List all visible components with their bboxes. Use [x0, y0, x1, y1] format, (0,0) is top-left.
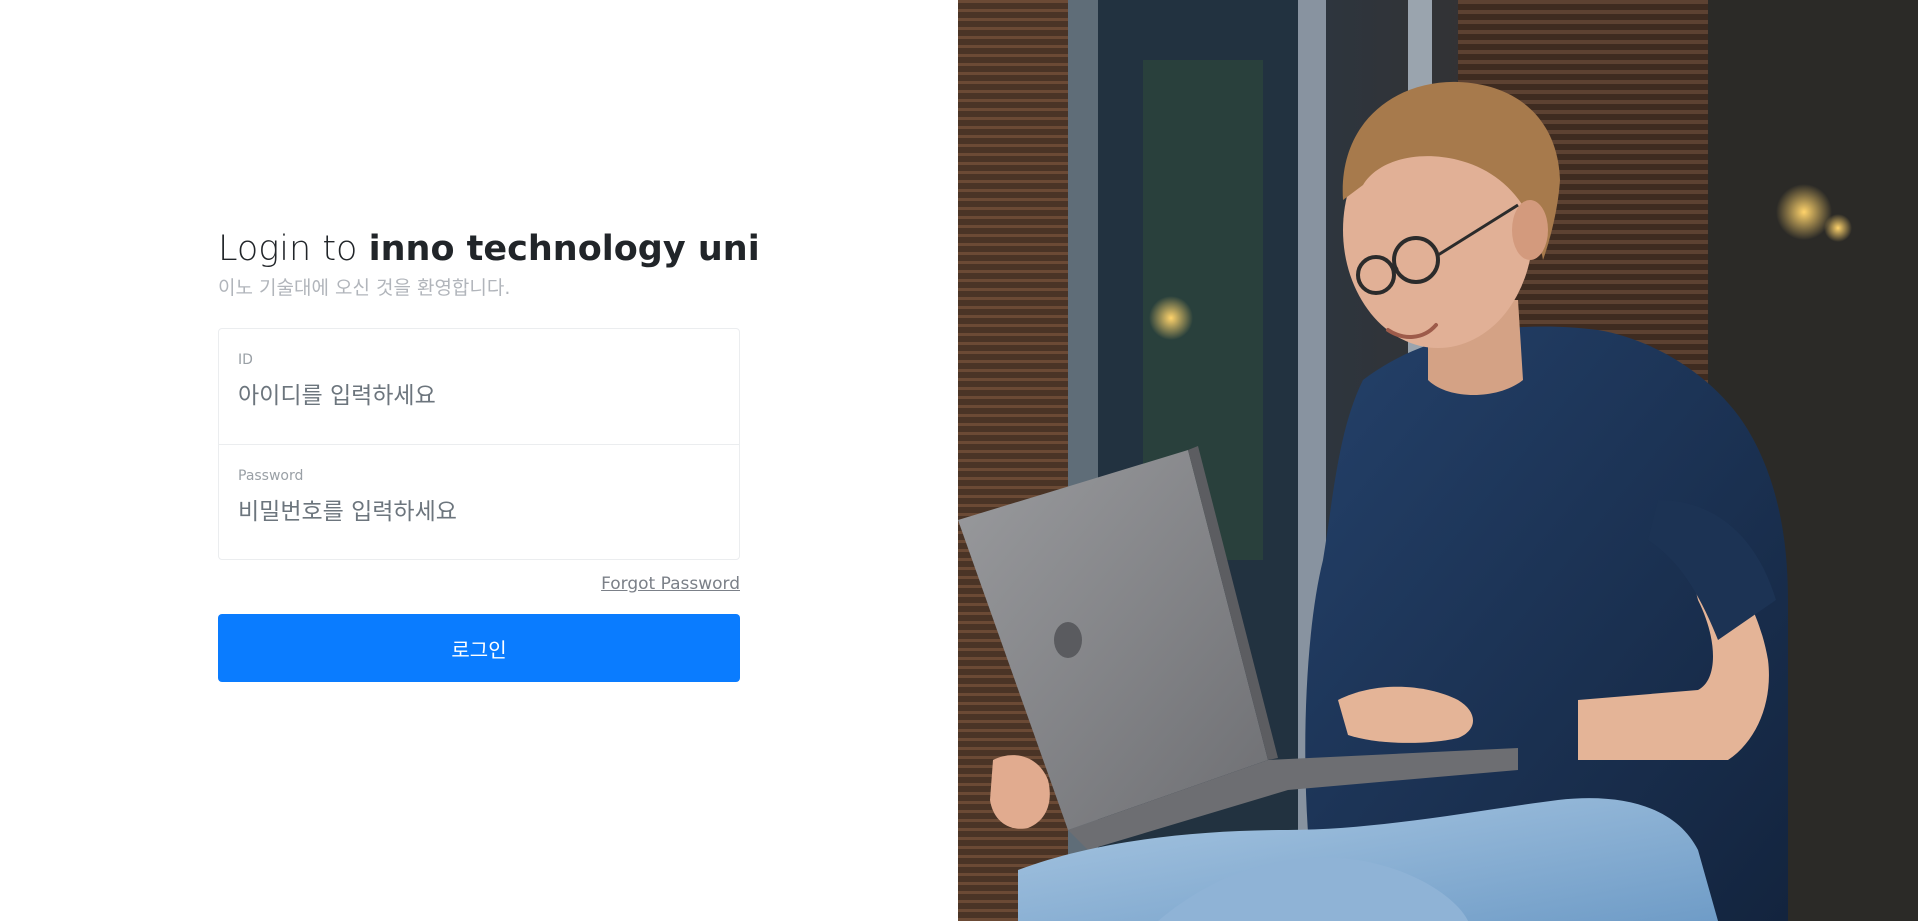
welcome-subtitle: 이노 기술대에 오신 것을 환영합니다.	[218, 277, 511, 299]
id-field: ID	[219, 329, 739, 444]
forgot-password-link[interactable]: Forgot Password	[601, 574, 740, 594]
id-input[interactable]	[238, 379, 720, 413]
login-form: Login to inno technology uni 이노 기술대에 오신 …	[218, 228, 760, 682]
hero-illustration	[958, 0, 1918, 921]
password-field: Password	[219, 444, 739, 559]
password-input[interactable]	[238, 495, 720, 529]
id-label: ID	[238, 352, 253, 368]
hero-image	[958, 0, 1918, 921]
login-page: Login to inno technology uni 이노 기술대에 오신 …	[0, 0, 1918, 921]
title-brand: inno technology uni	[368, 229, 760, 269]
login-panel: Login to inno technology uni 이노 기술대에 오신 …	[0, 0, 958, 921]
password-label: Password	[238, 468, 304, 484]
title-prefix: Login to	[218, 229, 369, 269]
credentials-group: ID Password	[218, 328, 740, 560]
forgot-row: Forgot Password	[218, 574, 740, 596]
page-title: Login to inno technology uni	[218, 228, 760, 270]
login-button[interactable]: 로그인	[218, 614, 740, 682]
